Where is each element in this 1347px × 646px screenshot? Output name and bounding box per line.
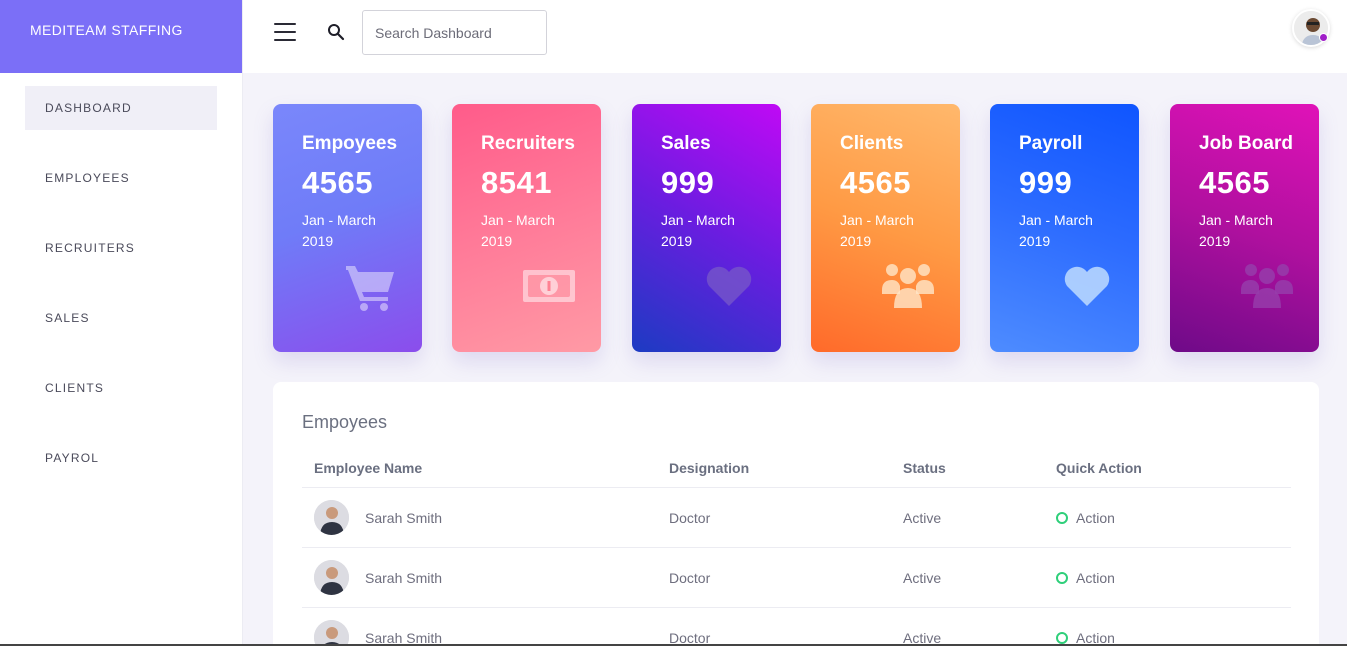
online-status-dot [1319,33,1328,42]
action-link[interactable]: Action [1076,570,1115,586]
table-header-row: Employee Name Designation Status Quick A… [302,452,1291,488]
card-value: 4565 [840,165,911,200]
panel-title: Empoyees [302,412,388,432]
card-value: 4565 [1199,165,1270,200]
card-value: 999 [1019,165,1073,200]
status-circle-icon [1056,631,1068,644]
table-row[interactable]: Sarah Smith Doctor Active Action [302,548,1291,608]
hamburger-icon[interactable] [274,23,296,41]
designation-cell: Doctor [669,569,711,586]
table-row[interactable]: Sarah Smith Doctor Active Action [302,488,1291,548]
designation-cell: Doctor [669,629,711,646]
avatar [314,620,349,646]
employee-cell: Sarah Smith [314,608,442,646]
card-period: Jan - March 2019 [1019,212,1093,249]
quick-action-cell[interactable]: Action [1056,548,1115,607]
table-row[interactable]: Sarah Smith Doctor Active Action [302,608,1291,646]
card-period: Jan - March 2019 [840,212,914,249]
quick-action-cell[interactable]: Action [1056,488,1115,547]
status-cell: Active [903,509,942,526]
card-sales[interactable]: Sales 999 Jan - March 2019 [632,104,781,352]
column-header-quick-action[interactable]: Quick Action [1056,450,1142,485]
quick-action-cell[interactable]: Action [1056,608,1115,646]
search-input[interactable] [362,10,547,55]
sidebar-item-recruiters[interactable]: RECRUITERS [25,226,217,270]
card-title: Sales [661,133,711,154]
money-icon [523,260,575,312]
card-employees[interactable]: Empoyees 4565 Jan - March 2019 [273,104,422,352]
employees-panel: Empoyees Employee Name Designation Statu… [273,382,1319,646]
users-icon [1241,260,1293,312]
brand-title[interactable]: MEDITEAM STAFFING [0,0,242,73]
sidebar-item-employees[interactable]: EMPLOYEES [25,156,217,200]
card-payroll[interactable]: Payroll 999 Jan - March 2019 [990,104,1139,352]
card-job-board[interactable]: Job Board 4565 Jan - March 2019 [1170,104,1319,352]
card-title: Empoyees [302,133,398,154]
stat-cards: Empoyees 4565 Jan - March 2019 Recruiter… [273,104,1319,352]
card-title: Job Board [1199,133,1293,154]
topbar [243,0,1347,73]
search-icon[interactable] [327,23,345,41]
status-cell: Active [903,569,942,586]
employee-cell: Sarah Smith [314,488,442,547]
sidebar: MEDITEAM STAFFING DASHBOARD EMPLOYEES RE… [0,0,243,646]
status-circle-icon [1056,571,1068,584]
employee-name: Sarah Smith [365,569,443,586]
column-header-designation[interactable]: Designation [669,450,749,485]
avatar [314,500,349,535]
heart-icon [1061,260,1113,312]
status-circle-icon [1056,511,1068,524]
action-link[interactable]: Action [1076,510,1115,526]
card-period: Jan - March 2019 [1199,212,1273,249]
column-header-status[interactable]: Status [903,450,946,485]
sidebar-item-payrol[interactable]: PAYROL [25,436,217,480]
users-icon [882,260,934,312]
card-value: 8541 [481,165,552,200]
card-clients[interactable]: Clients 4565 Jan - March 2019 [811,104,960,352]
avatar [314,560,349,595]
card-recruiters[interactable]: Recruiters 8541 Jan - March 2019 [452,104,601,352]
column-header-employee-name[interactable]: Employee Name [314,450,422,485]
employees-table: Employee Name Designation Status Quick A… [302,452,1291,646]
card-period: Jan - March 2019 [661,212,735,249]
card-title: Payroll [1019,133,1083,154]
status-cell: Active [903,629,942,646]
card-value: 999 [661,165,715,200]
sidebar-item-clients[interactable]: CLIENTS [25,366,217,410]
heart-icon [703,260,755,312]
card-period: Jan - March 2019 [302,212,376,249]
card-title: Recruiters [481,133,575,154]
card-value: 4565 [302,165,373,200]
cart-icon [344,260,396,312]
employee-cell: Sarah Smith [314,548,442,607]
employee-name: Sarah Smith [365,509,443,526]
sidebar-item-dashboard[interactable]: DASHBOARD [25,86,217,130]
sidebar-nav: DASHBOARD EMPLOYEES RECRUITERS SALES CLI… [0,86,242,480]
sidebar-item-sales[interactable]: SALES [25,296,217,340]
card-period: Jan - March 2019 [481,212,555,249]
card-title: Clients [840,133,904,154]
designation-cell: Doctor [669,509,711,526]
